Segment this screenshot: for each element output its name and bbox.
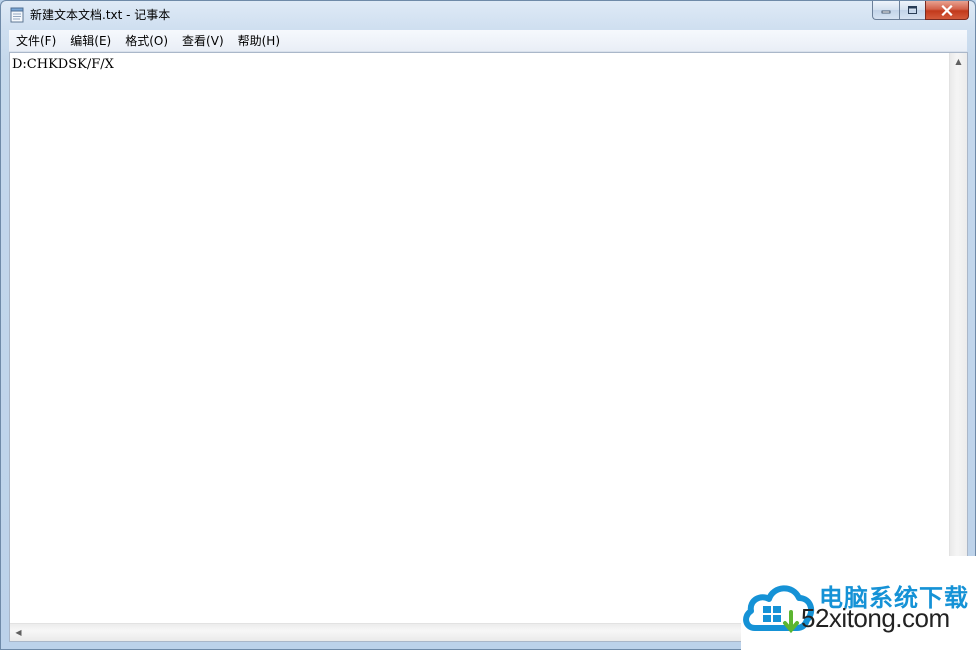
menu-file[interactable]: 文件(F): [9, 31, 63, 51]
menu-help[interactable]: 帮助(H): [231, 31, 287, 51]
caption-buttons: [872, 1, 969, 21]
minimize-icon: [881, 10, 891, 14]
title-bar[interactable]: 新建文本文档.txt - 记事本: [1, 1, 975, 30]
menu-bar: 文件(F) 编辑(E) 格式(O) 查看(V) 帮助(H): [9, 30, 967, 52]
close-button[interactable]: [925, 1, 969, 20]
editor-pane: D:CHKDSK/F/X ▲ ◀: [9, 52, 968, 642]
watermark: 电脑系统下载 52xitong.com: [741, 556, 976, 650]
notepad-window: 新建文本文档.txt - 记事本 文件(F) 编辑(E) 格式(O) 查看(V)…: [0, 0, 976, 650]
minimize-button[interactable]: [872, 1, 899, 20]
watermark-en-text: 52xitong.com: [801, 603, 950, 633]
maximize-icon: [908, 6, 917, 14]
text-editor[interactable]: D:CHKDSK/F/X: [12, 55, 949, 623]
window-title: 新建文本文档.txt - 记事本: [30, 8, 171, 22]
notepad-icon[interactable]: [10, 7, 24, 23]
menu-format[interactable]: 格式(O): [118, 31, 175, 51]
scroll-up-icon[interactable]: ▲: [950, 53, 967, 70]
menu-edit[interactable]: 编辑(E): [63, 31, 118, 51]
maximize-button[interactable]: [899, 1, 925, 20]
menu-view[interactable]: 查看(V): [175, 31, 231, 51]
scroll-left-icon[interactable]: ◀: [10, 624, 27, 641]
vertical-scrollbar[interactable]: ▲: [949, 53, 967, 624]
close-icon: [941, 4, 953, 16]
